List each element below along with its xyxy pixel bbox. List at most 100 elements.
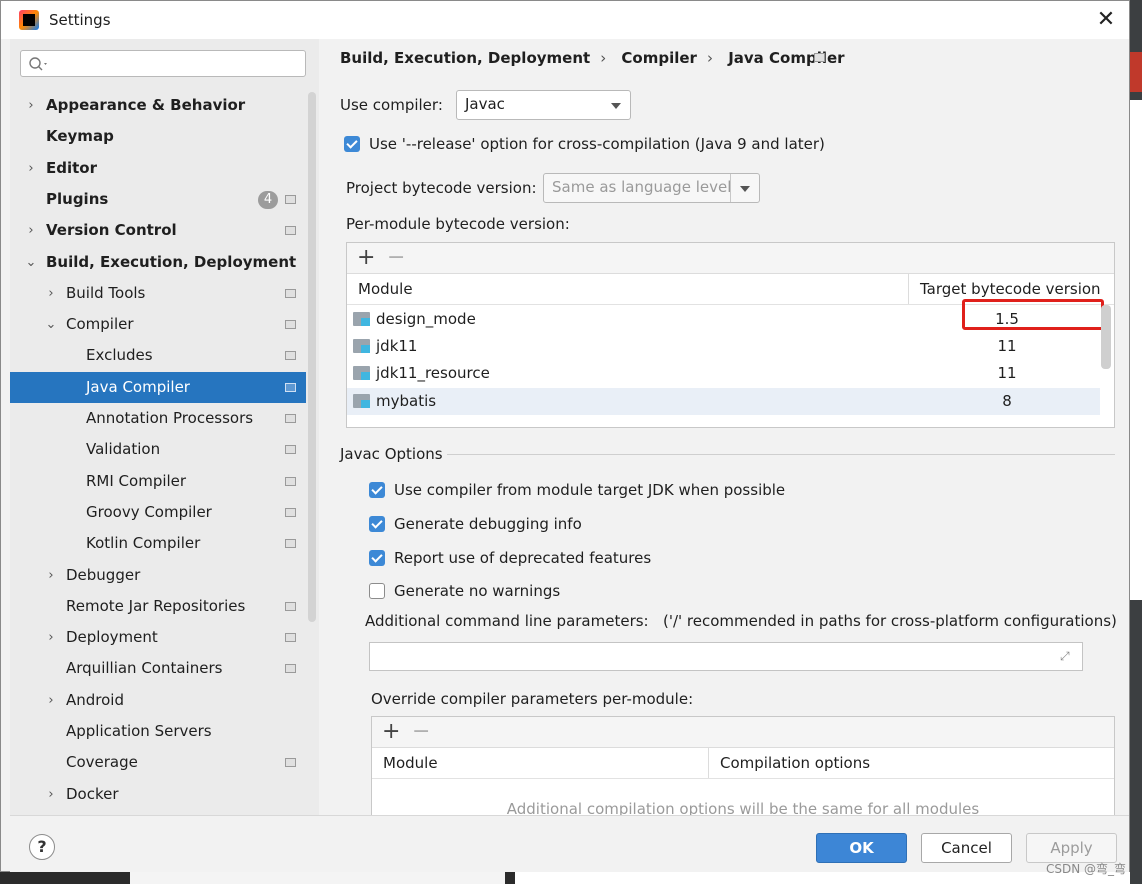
project-scope-icon: [285, 445, 296, 455]
sidebar-item-build-execution-deployment[interactable]: ⌄ Build, Execution, Deployment: [10, 247, 306, 278]
column-header-options[interactable]: Compilation options: [720, 754, 870, 772]
sidebar-item-validation[interactable]: Validation: [10, 434, 306, 465]
sidebar-item-arquillian-containers[interactable]: Arquillian Containers: [10, 653, 306, 684]
chevron-right-icon[interactable]: ›: [24, 153, 38, 184]
search-input[interactable]: [20, 50, 306, 77]
sidebar-item-docker[interactable]: › Docker: [10, 779, 306, 810]
per-module-bytecode-table: + − Module Target bytecode version desig…: [346, 242, 1115, 428]
use-compiler-select[interactable]: Javac: [456, 90, 631, 120]
sidebar-item-kotlin-compiler[interactable]: Kotlin Compiler: [10, 528, 306, 559]
watermark: CSDN @弯_弯: [1046, 862, 1127, 876]
sidebar-item-label: Android: [66, 690, 124, 709]
chevron-right-icon[interactable]: ›: [44, 779, 58, 810]
remove-icon[interactable]: −: [412, 719, 430, 744]
sidebar-item-label: Validation: [86, 440, 161, 459]
apply-button[interactable]: Apply: [1026, 833, 1117, 863]
table-toolbar: + −: [372, 717, 1114, 748]
sidebar-item-debugger[interactable]: › Debugger: [10, 560, 306, 591]
sidebar-item-label: Groovy Compiler: [86, 502, 212, 521]
sidebar-item-label: Annotation Processors: [86, 409, 254, 427]
sidebar-item-label: Java Compiler: [86, 377, 190, 396]
chevron-down-icon: [730, 174, 759, 202]
project-bytecode-select[interactable]: Same as language level: [543, 173, 760, 203]
sidebar-item-compiler[interactable]: ⌄ Compiler: [10, 309, 306, 340]
sidebar-item-label: Keymap: [46, 127, 114, 146]
update-count-badge: 4: [258, 190, 278, 209]
table-row[interactable]: jdk11 11: [347, 333, 1100, 360]
chevron-down-icon[interactable]: ⌄: [24, 247, 38, 278]
dialog-footer: ? OK Cancel Apply: [10, 815, 1129, 872]
chevron-right-icon[interactable]: ›: [44, 560, 58, 591]
sidebar-item-coverage[interactable]: Coverage: [10, 747, 306, 778]
close-icon[interactable]: ✕: [1093, 7, 1119, 33]
debug-info-checkbox[interactable]: [369, 516, 385, 532]
sidebar-item-label: Version Control: [46, 221, 177, 240]
remove-icon[interactable]: −: [387, 245, 405, 270]
sidebar-item-java-compiler[interactable]: Java Compiler: [10, 371, 306, 403]
sidebar-item-label: Arquillian Containers: [66, 659, 223, 678]
chevron-down-icon: [602, 91, 630, 119]
chevron-right-icon[interactable]: ›: [24, 215, 38, 246]
deprecated-checkbox[interactable]: [369, 550, 385, 566]
sidebar-item-remote-jar-repositories[interactable]: Remote Jar Repositories: [10, 591, 306, 622]
sidebar-item-deployment[interactable]: › Deployment: [10, 622, 306, 653]
project-bytecode-value: Same as language level: [552, 178, 732, 196]
settings-dialog: Settings ✕ › Appearance & Behavior Keymap ›…: [0, 0, 1130, 872]
chevron-right-icon[interactable]: ›: [44, 622, 58, 653]
chevron-right-icon[interactable]: ›: [44, 278, 58, 309]
table-toolbar: + −: [347, 243, 1114, 274]
sidebar-item-keymap[interactable]: Keymap: [10, 121, 306, 152]
sidebar-item-android[interactable]: › Android: [10, 685, 306, 716]
release-option-checkbox[interactable]: [344, 136, 360, 152]
sidebar-item-groovy-compiler[interactable]: Groovy Compiler: [10, 497, 306, 528]
sidebar-item-label: Excludes: [86, 346, 153, 365]
search-icon: [29, 57, 47, 71]
cmd-params-input[interactable]: ⤢: [369, 642, 1083, 671]
sidebar-item-excludes[interactable]: Excludes: [10, 340, 306, 371]
module-folder-icon: [353, 366, 370, 380]
column-header-module[interactable]: Module: [358, 280, 413, 298]
breadcrumb: Build, Execution, Deployment › Compiler › …: [340, 49, 845, 67]
add-icon[interactable]: +: [357, 245, 375, 270]
sidebar-item-plugins[interactable]: Plugins 4: [10, 184, 306, 215]
sidebar-scrollbar[interactable]: [308, 92, 316, 622]
sidebar-item-label: Remote Jar Repositories: [66, 596, 246, 615]
cancel-button[interactable]: Cancel: [921, 833, 1012, 863]
ok-button[interactable]: OK: [816, 833, 907, 863]
no-warnings-checkbox[interactable]: [369, 583, 385, 599]
expand-icon[interactable]: ⤢: [1060, 649, 1074, 663]
chevron-right-icon[interactable]: ›: [24, 90, 38, 121]
column-header-module[interactable]: Module: [383, 754, 438, 772]
use-compiler-label: Use compiler:: [340, 96, 443, 114]
highlight-annotation-box: [962, 299, 1104, 330]
chevron-right-icon[interactable]: ›: [44, 685, 58, 716]
sidebar-item-appearance-behavior[interactable]: › Appearance & Behavior: [10, 90, 306, 121]
target-version[interactable]: 8: [947, 392, 1067, 410]
table-scrollbar[interactable]: [1101, 305, 1111, 369]
sidebar-item-rmi-compiler[interactable]: RMI Compiler: [10, 466, 306, 497]
chevron-down-icon[interactable]: ⌄: [44, 309, 58, 340]
sidebar-item-label: Compiler: [66, 315, 134, 334]
breadcrumb-item[interactable]: Compiler: [621, 49, 697, 67]
override-params-table: + − Module Compilation options Additiona…: [371, 716, 1115, 815]
project-scope-icon: [814, 53, 825, 62]
target-version[interactable]: 11: [947, 337, 1067, 355]
module-folder-icon: [353, 339, 370, 353]
sidebar-item-application-servers[interactable]: Application Servers: [10, 716, 306, 747]
table-row[interactable]: jdk11_resource 11: [347, 360, 1100, 387]
breadcrumb-item[interactable]: Build, Execution, Deployment: [340, 49, 590, 67]
table-header: Module Compilation options: [372, 748, 1114, 779]
sidebar-item-annotation-processors[interactable]: Annotation Processors: [10, 403, 306, 434]
module-jdk-checkbox[interactable]: [369, 482, 385, 498]
sidebar-item-editor[interactable]: › Editor: [10, 153, 306, 184]
project-scope-icon: [285, 288, 296, 298]
sidebar-item-label: Kotlin Compiler: [86, 534, 201, 553]
help-button[interactable]: ?: [29, 834, 55, 860]
column-header-target[interactable]: Target bytecode version: [920, 280, 1101, 298]
sidebar-item-build-tools[interactable]: › Build Tools: [10, 278, 306, 309]
sidebar-item-version-control[interactable]: › Version Control: [10, 215, 306, 246]
add-icon[interactable]: +: [382, 719, 400, 744]
project-scope-icon: [285, 539, 296, 549]
target-version[interactable]: 11: [947, 364, 1067, 382]
table-row[interactable]: mybatis 8: [347, 388, 1100, 415]
